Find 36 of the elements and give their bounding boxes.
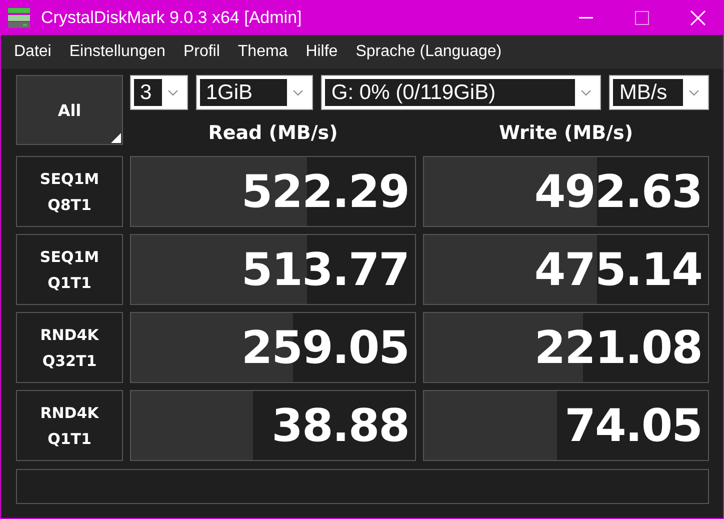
column-header: Write (MB/s) [498, 122, 634, 144]
result-value: 74.05 [564, 399, 702, 452]
menu-item[interactable]: Hilfe [296, 43, 347, 61]
result-value: 492.63 [534, 165, 702, 218]
menu-item[interactable]: Sprache (Language) [346, 43, 511, 61]
chevron-down-icon [293, 90, 304, 96]
result-value: 38.88 [272, 399, 409, 452]
all-button[interactable]: All [16, 75, 123, 145]
result-value: 513.77 [241, 243, 409, 296]
dropdown[interactable]: 3 [130, 75, 188, 110]
dropdown[interactable]: G: 0% (0/119GiB) [321, 75, 602, 110]
result-value: 475.14 [534, 243, 702, 296]
chevron-down-icon [581, 90, 592, 96]
close-icon [690, 10, 706, 26]
maximize-icon [635, 11, 649, 25]
result-value: 522.29 [241, 165, 409, 218]
corner-triangle-icon [111, 133, 121, 143]
chevron-down-icon [689, 90, 699, 96]
window-title: CrystalDiskMark 9.0.3 x64 [Admin] [41, 8, 303, 28]
test-button[interactable]: SEQ1M Q8T1 [16, 156, 123, 227]
menu-item[interactable]: Einstellungen [60, 43, 174, 61]
test-button[interactable]: SEQ1M Q1T1 [16, 234, 123, 305]
dropdown[interactable]: 1GiB [196, 75, 314, 110]
minimize-icon [579, 17, 593, 19]
result-value: 259.05 [241, 321, 409, 374]
chevron-down-icon [168, 90, 178, 96]
menu-item[interactable]: Profil [174, 43, 229, 61]
menu-item[interactable]: Thema [228, 43, 297, 61]
comment-field[interactable] [16, 469, 709, 504]
disk-icon [7, 7, 31, 29]
menu-item[interactable]: Datei [5, 43, 60, 61]
test-button[interactable]: RND4K Q32T1 [16, 312, 123, 383]
column-header: Read (MB/s) [207, 122, 339, 144]
result-value: 221.08 [534, 321, 702, 374]
dropdown[interactable]: MB/s [609, 75, 709, 110]
test-button[interactable]: RND4K Q1T1 [16, 390, 123, 461]
